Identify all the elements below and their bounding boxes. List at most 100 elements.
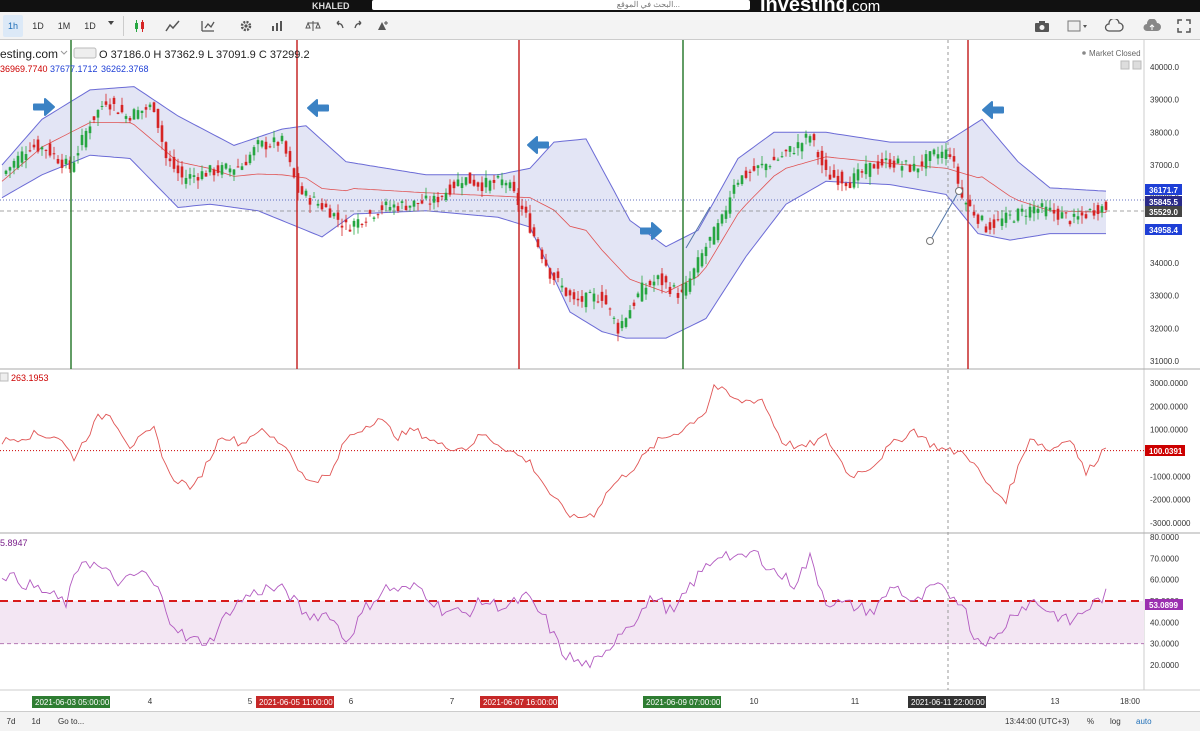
candle-body [384, 201, 388, 206]
candle-body [792, 152, 796, 154]
range-7d-button[interactable]: 7d [2, 712, 20, 732]
candle-body [252, 147, 256, 156]
time-axis-tick: 10 [750, 697, 759, 706]
candle-body [452, 181, 456, 189]
candle-body [164, 142, 168, 159]
legend-toggle-icon[interactable] [73, 47, 97, 59]
bottom-toolbar: 7d 1d Go to... 13:44:00 (UTC+3) % log au… [0, 711, 1200, 731]
indicators-icon[interactable] [195, 15, 221, 37]
candle-body [988, 222, 992, 230]
undo-arrow-icon[interactable] [330, 15, 348, 37]
scale-balance-icon[interactable] [300, 15, 326, 37]
cloud-upload-icon[interactable] [1138, 15, 1166, 37]
candle-body [504, 182, 508, 186]
candle-body [724, 210, 728, 219]
candle-body [744, 170, 748, 178]
ohlc-values: O 37186.0 H 37362.9 L 37091.9 C 37299.2 [99, 49, 310, 61]
candle-body [640, 282, 644, 302]
log-scale-toggle[interactable]: log [1110, 712, 1126, 732]
candle-body [500, 179, 504, 186]
date-marker-label: 2021-06-11 22:00:00 [911, 698, 985, 707]
interval-1h-button[interactable]: 1h [3, 15, 23, 37]
camera-icon[interactable] [1030, 15, 1054, 37]
candle-body [560, 285, 564, 288]
candle-body [84, 130, 88, 148]
candle-body [808, 136, 812, 143]
interval-1d-alt-button[interactable]: 1D [79, 15, 101, 37]
candle-body [548, 268, 552, 279]
candle-body [1060, 212, 1064, 219]
candle-body [1100, 206, 1104, 213]
candle-body [432, 195, 436, 203]
candle-body [672, 285, 676, 287]
candle-body [396, 206, 400, 211]
candle-body [968, 199, 972, 207]
auto-scale-toggle[interactable]: auto [1136, 712, 1160, 732]
settings-gear-icon[interactable] [234, 15, 258, 37]
candle-body [168, 158, 172, 162]
candle-body [796, 142, 800, 149]
panel-minimize-icon[interactable] [1120, 60, 1130, 70]
candle-body [16, 155, 20, 169]
candle-body [536, 239, 540, 247]
candle-body [1028, 206, 1032, 218]
range-1d-button[interactable]: 1d [28, 712, 44, 732]
interval-dropdown-chevron-icon[interactable] [104, 15, 118, 37]
date-marker-label: 2021-06-05 11:00:00 [259, 698, 333, 707]
candle-body [12, 160, 16, 168]
candle-body [884, 158, 888, 161]
candle-body [1056, 208, 1060, 220]
panel-maximize-icon[interactable] [1132, 60, 1142, 70]
time-axis-tick: 11 [851, 697, 860, 706]
search-input[interactable]: البحث في الموقع... [372, 0, 750, 10]
line-chart-icon[interactable] [160, 15, 186, 37]
candle-body [552, 272, 556, 281]
candle-body [284, 141, 288, 154]
interval-1d-button[interactable]: 1D [27, 15, 49, 37]
candle-body [492, 179, 496, 183]
candle-body [688, 278, 692, 292]
expand-icon[interactable] [1172, 15, 1196, 37]
user-name[interactable]: KHALED [312, 0, 350, 12]
color-box-icon[interactable] [1064, 15, 1092, 37]
redo-arrow-icon[interactable] [350, 15, 368, 37]
candle-body [976, 214, 980, 224]
interval-1m-button[interactable]: 1M [53, 15, 75, 37]
chart-area[interactable]: 31000.032000.033000.034000.035000.036000… [0, 40, 1200, 711]
candle-body [256, 140, 260, 145]
cloud-save-icon[interactable] [1100, 15, 1128, 37]
candle-body [148, 104, 152, 108]
alert-add-icon[interactable] [372, 15, 392, 37]
candle-body [1092, 210, 1096, 216]
candle-body [356, 219, 360, 228]
candle-body [584, 292, 588, 308]
status-dot-icon [1082, 51, 1086, 55]
candle-body [260, 140, 264, 147]
candle-body [412, 200, 416, 207]
candle-body [648, 280, 652, 286]
candle-body [616, 322, 620, 334]
osc-settings-icon[interactable] [0, 372, 9, 382]
candle-body [240, 166, 244, 170]
candle-body [48, 143, 52, 156]
percent-scale-toggle[interactable]: % [1087, 712, 1097, 732]
candle-body [60, 159, 64, 168]
price-label-bb-upper-text: 36171.7 [1149, 186, 1178, 195]
candlestick-type-icon[interactable] [128, 15, 152, 37]
rsi-axis-tick: 40.0000 [1150, 618, 1179, 627]
compare-chart-icon[interactable] [265, 15, 291, 37]
candle-body [288, 151, 292, 163]
goto-date-button[interactable]: Go to... [58, 712, 98, 732]
candle-body [1008, 214, 1012, 216]
date-marker-label: 2021-06-03 05:00:00 [35, 698, 110, 707]
candle-body [1084, 214, 1088, 219]
candle-body [132, 109, 136, 120]
candle-body [300, 186, 304, 195]
time-axis-tick: 13 [1051, 697, 1060, 706]
candle-body [204, 173, 208, 177]
candle-body [228, 168, 232, 173]
candle-body [580, 296, 584, 302]
candle-body [36, 139, 40, 152]
candle-body [308, 198, 312, 205]
candle-body [820, 150, 824, 166]
